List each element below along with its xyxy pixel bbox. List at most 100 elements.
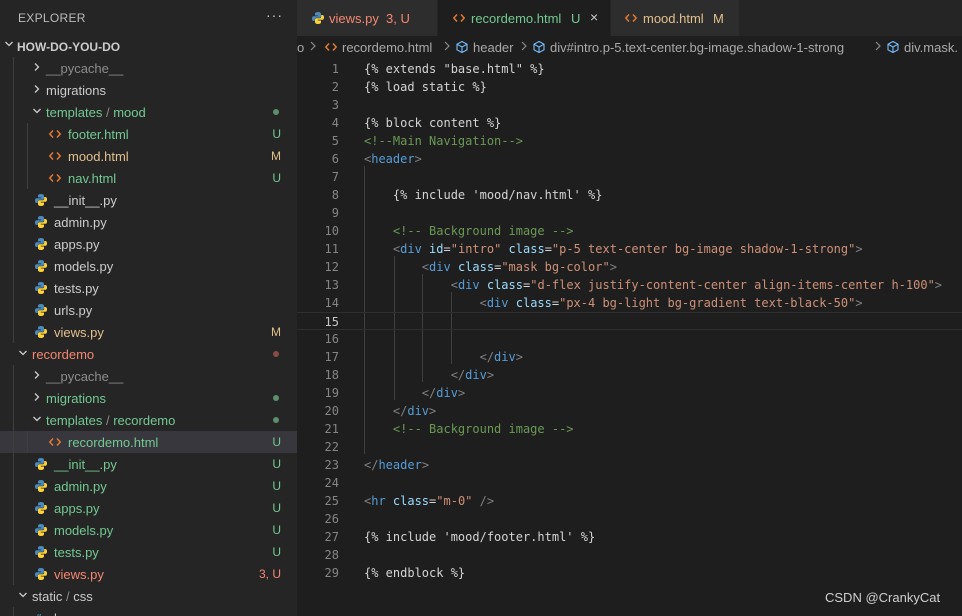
- code-editor[interactable]: 1 {% extends "base.html" %} 2 {% load stati…: [297, 58, 962, 616]
- tree-item-label-part: views.py: [54, 325, 104, 340]
- symbol-element-icon: [455, 40, 469, 57]
- code-line: 2 {% load static %}: [297, 78, 962, 96]
- tree-file[interactable]: footer.html U: [0, 123, 297, 145]
- git-status-badge: U: [272, 127, 281, 141]
- symbol-element-icon: [532, 40, 546, 57]
- line-source: {% endblock %}: [364, 564, 465, 582]
- chevron-right-icon: [32, 62, 42, 72]
- tree-file[interactable]: tests.py U: [0, 541, 297, 563]
- code-token: >: [414, 152, 422, 166]
- tab-mood-html[interactable]: mood.html M: [610, 0, 739, 36]
- tree-folder[interactable]: __pycache__: [0, 57, 297, 79]
- code-token: <: [450, 278, 458, 292]
- tree-item-label-part: css: [73, 589, 93, 604]
- tab-views-py[interactable]: views.py 3, U: [297, 0, 438, 36]
- tree-indent-guide: [13, 519, 14, 541]
- tree-item-label: base.css: [54, 611, 105, 616]
- tree-folder[interactable]: migrations: [0, 79, 297, 101]
- tree-folder[interactable]: templates / recordemo: [0, 409, 297, 431]
- tree-file[interactable]: nav.html U: [0, 167, 297, 189]
- tree-file[interactable]: # base.css: [0, 607, 297, 616]
- breadcrumb-header[interactable]: header: [473, 40, 513, 55]
- project-folder-header[interactable]: HOW-DO-YOU-DO: [0, 37, 297, 57]
- tree-file[interactable]: admin.py U: [0, 475, 297, 497]
- more-actions-icon[interactable]: ···: [266, 7, 283, 23]
- tree-item-label-part: recordemo: [32, 347, 95, 362]
- tree-item-label-part: tests.py: [54, 545, 99, 560]
- tree-file[interactable]: recordemo.html U: [0, 431, 297, 453]
- chevron-right-icon: [32, 370, 42, 380]
- python-file-icon: [34, 193, 48, 207]
- tree-file[interactable]: apps.py U: [0, 497, 297, 519]
- breadcrumb-file[interactable]: recordemo.html: [342, 40, 432, 55]
- code-token: "m-0": [436, 494, 473, 508]
- git-status-badge: U: [272, 545, 281, 559]
- code-line: 19 </div>: [297, 384, 962, 402]
- tree-indent-guide: [13, 167, 14, 189]
- tree-file[interactable]: apps.py: [0, 233, 297, 255]
- tree-item-label: migrations: [46, 391, 106, 406]
- code-token: div: [436, 386, 458, 400]
- line-number: 4: [331, 116, 339, 130]
- tree-item-label: apps.py: [54, 501, 100, 516]
- tree-folder[interactable]: migrations: [0, 387, 297, 409]
- tree-file[interactable]: admin.py: [0, 211, 297, 233]
- git-status-dot: [273, 351, 279, 357]
- tree-file[interactable]: tests.py: [0, 277, 297, 299]
- line-source: <!-- Background image -->: [364, 222, 574, 240]
- tree-file[interactable]: views.py 3, U: [0, 563, 297, 585]
- tree-item-label: models.py: [54, 523, 113, 538]
- tree-folder[interactable]: static / css: [0, 585, 297, 607]
- code-token: div: [429, 260, 451, 274]
- tree-item-label: nav.html: [68, 171, 116, 186]
- line-source: <div id="intro" class="p-5 text-center b…: [364, 240, 863, 258]
- breadcrumb-div-mask[interactable]: div.mask.: [904, 40, 958, 55]
- tree-item-label: models.py: [54, 259, 113, 274]
- line-number: 14: [324, 296, 339, 310]
- tree-item-label-part: recordemo.html: [68, 435, 159, 450]
- line-number: 18: [324, 368, 339, 382]
- code-line: 24: [297, 474, 962, 492]
- code-token: {% block content %}: [364, 116, 502, 130]
- code-line: 14 <div class="px-4 bg-light bg-gradient…: [297, 294, 962, 312]
- code-token: hr: [371, 494, 386, 508]
- tree-folder[interactable]: templates / mood: [0, 101, 297, 123]
- tree-file[interactable]: models.py U: [0, 519, 297, 541]
- tree-indent-guide: [13, 365, 14, 387]
- tree-file[interactable]: mood.html M: [0, 145, 297, 167]
- close-icon[interactable]: ×: [590, 9, 598, 25]
- breadcrumb-div-intro[interactable]: div#intro.p-5.text-center.bg-image.shado…: [550, 40, 844, 55]
- code-token: >: [855, 296, 863, 310]
- tree-file[interactable]: __init__.py: [0, 189, 297, 211]
- tree-file[interactable]: urls.py: [0, 299, 297, 321]
- line-number: 29: [324, 566, 339, 580]
- code-token: </: [450, 368, 466, 382]
- line-number: 5: [331, 134, 339, 148]
- tree-indent-guide: [27, 431, 28, 453]
- tree-folder[interactable]: __pycache__: [0, 365, 297, 387]
- tree-file[interactable]: models.py: [0, 255, 297, 277]
- tree-folder[interactable]: recordemo: [0, 343, 297, 365]
- line-number: 11: [324, 242, 339, 256]
- tree-file[interactable]: views.py M: [0, 321, 297, 343]
- tree-file[interactable]: __init__.py U: [0, 453, 297, 475]
- tree-item-label-part: views.py: [54, 567, 104, 582]
- code-token: class: [501, 242, 545, 256]
- line-number: 17: [324, 350, 339, 364]
- line-number: 12: [324, 260, 339, 274]
- git-status-badge: U: [272, 523, 281, 537]
- tree-item-label: static / css: [32, 589, 93, 604]
- code-line: 7: [297, 168, 962, 186]
- line-number: 19: [324, 386, 339, 400]
- line-number: 7: [331, 170, 339, 184]
- tree-item-label-part: recordemo: [113, 413, 176, 428]
- tree-indent-guide: [13, 255, 14, 277]
- code-token: {% include 'mood/footer.html' %}: [364, 530, 596, 544]
- chevron-right-icon: [442, 39, 452, 56]
- tree-indent-guide: [13, 123, 14, 145]
- code-token: {% endblock %}: [364, 566, 466, 580]
- tab-recordemo-html[interactable]: recordemo.html U ×: [438, 0, 610, 36]
- css-file-icon: #: [34, 611, 48, 616]
- chevron-down-icon: [32, 106, 42, 116]
- breadcrumb-item[interactable]: o: [297, 40, 304, 55]
